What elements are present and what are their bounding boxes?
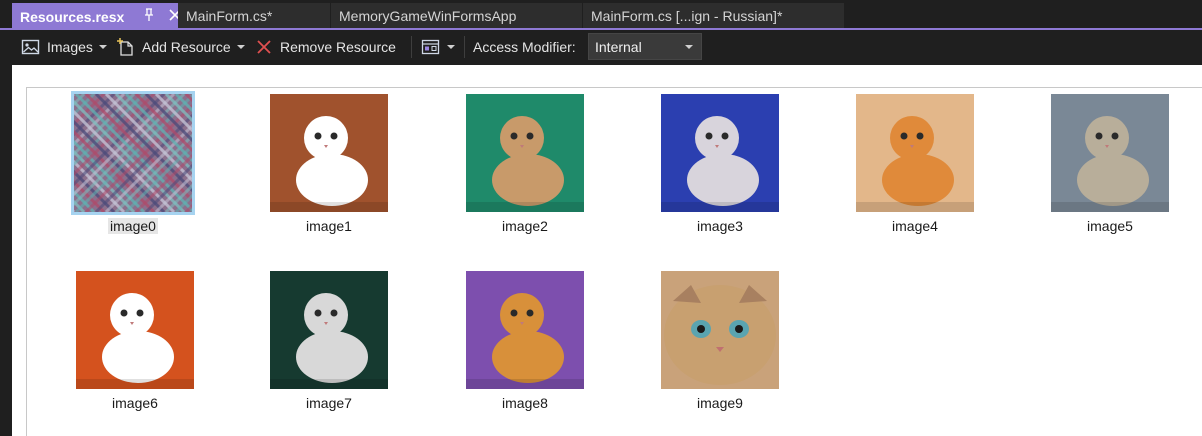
access-modifier-label: Access Modifier:: [473, 35, 576, 59]
resource-thumbnail[interactable]: [466, 94, 584, 212]
resource-item-image2[interactable]: image2: [466, 94, 586, 244]
toolbar-separator: [411, 36, 412, 58]
remove-resource-button[interactable]: Remove Resource: [255, 35, 396, 59]
resource-name[interactable]: image8: [466, 395, 584, 411]
tab-mainform-cs[interactable]: MainForm.cs*: [178, 3, 330, 28]
resource-thumbnail[interactable]: [661, 271, 779, 389]
chevron-down-icon: [236, 45, 245, 49]
resource-name-text: image2: [502, 218, 548, 234]
image-icon: [21, 39, 40, 55]
resource-thumbnail[interactable]: [71, 91, 195, 215]
add-resource-label: Add Resource: [142, 39, 231, 55]
chevron-down-icon: [98, 45, 107, 49]
resource-name[interactable]: image2: [466, 218, 584, 234]
resource-item-image7[interactable]: image7: [270, 271, 390, 421]
resource-name[interactable]: image4: [856, 218, 974, 234]
resource-item-image1[interactable]: image1: [270, 94, 390, 244]
resource-name-text: image3: [697, 218, 743, 234]
tab-label: Resources.resx: [20, 8, 125, 25]
resource-thumbnail[interactable]: [270, 271, 388, 389]
resource-thumbnail[interactable]: [466, 271, 584, 389]
resource-item-image9[interactable]: image9: [661, 271, 781, 421]
resource-view-canvas[interactable]: image0 image1 image2 image3 image4 image5 imag…: [12, 65, 1202, 436]
resource-name-text: image4: [892, 218, 938, 234]
resource-name[interactable]: image9: [661, 395, 779, 411]
toolbar-separator: [464, 36, 465, 58]
remove-resource-label: Remove Resource: [280, 39, 396, 55]
document-tab-strip: Resources.resx MainForm.cs* MemoryGameWi…: [0, 0, 1202, 30]
resource-editor-toolbar: Images Add Resource Remove Resource Acce…: [0, 30, 1202, 65]
resource-item-image4[interactable]: image4: [856, 94, 976, 244]
resource-name[interactable]: image3: [661, 218, 779, 234]
resource-thumbnail[interactable]: [856, 94, 974, 212]
tab-resources-resx[interactable]: Resources.resx: [12, 3, 178, 30]
tab-label: MainForm.cs [...ign - Russian]*: [591, 7, 783, 24]
resource-thumbnail[interactable]: [270, 94, 388, 212]
access-modifier-text: Access Modifier:: [473, 39, 576, 55]
resource-name[interactable]: image0: [74, 218, 192, 234]
view-thumbnails-icon: [421, 39, 440, 55]
resource-name-text: image0: [108, 218, 158, 234]
resource-thumbnail[interactable]: [1051, 94, 1169, 212]
access-modifier-value: Internal: [595, 38, 642, 55]
tab-label: MemoryGameWinFormsApp: [339, 7, 517, 24]
editor-gutter: [0, 65, 12, 436]
resource-name-text: image9: [697, 395, 743, 411]
resource-item-image8[interactable]: image8: [466, 271, 586, 421]
pin-icon[interactable]: [142, 7, 156, 23]
access-modifier-select[interactable]: Internal: [588, 33, 702, 60]
tab-mainform-design-russian[interactable]: MainForm.cs [...ign - Russian]*: [583, 3, 844, 28]
resource-thumbnail[interactable]: [76, 271, 194, 389]
resource-item-image0[interactable]: image0: [71, 91, 195, 244]
resource-item-image5[interactable]: image5: [1051, 94, 1171, 244]
resource-name[interactable]: image5: [1051, 218, 1169, 234]
resource-thumbnail[interactable]: [661, 94, 779, 212]
resource-list-frame: [26, 87, 1202, 436]
resource-name-text: image1: [306, 218, 352, 234]
resource-item-image3[interactable]: image3: [661, 94, 781, 244]
images-label: Images: [47, 39, 93, 55]
chevron-down-icon: [685, 45, 693, 49]
resource-name-text: image8: [502, 395, 548, 411]
resource-name[interactable]: image1: [270, 218, 388, 234]
resource-name[interactable]: image7: [270, 395, 388, 411]
resource-name-text: image6: [112, 395, 158, 411]
resource-name[interactable]: image6: [76, 395, 194, 411]
tab-memorygame-project[interactable]: MemoryGameWinFormsApp: [331, 3, 582, 28]
resource-item-image6[interactable]: image6: [76, 271, 196, 421]
view-mode-dropdown-button[interactable]: [421, 35, 455, 59]
add-file-icon: [117, 38, 133, 56]
resource-name-text: image7: [306, 395, 352, 411]
resource-name-text: image5: [1087, 218, 1133, 234]
close-icon[interactable]: [168, 7, 178, 23]
tab-label: MainForm.cs*: [186, 7, 273, 24]
add-resource-button[interactable]: Add Resource: [116, 35, 245, 59]
chevron-down-icon: [447, 45, 455, 49]
remove-icon: [257, 40, 271, 54]
images-dropdown-button[interactable]: Images: [21, 35, 107, 59]
